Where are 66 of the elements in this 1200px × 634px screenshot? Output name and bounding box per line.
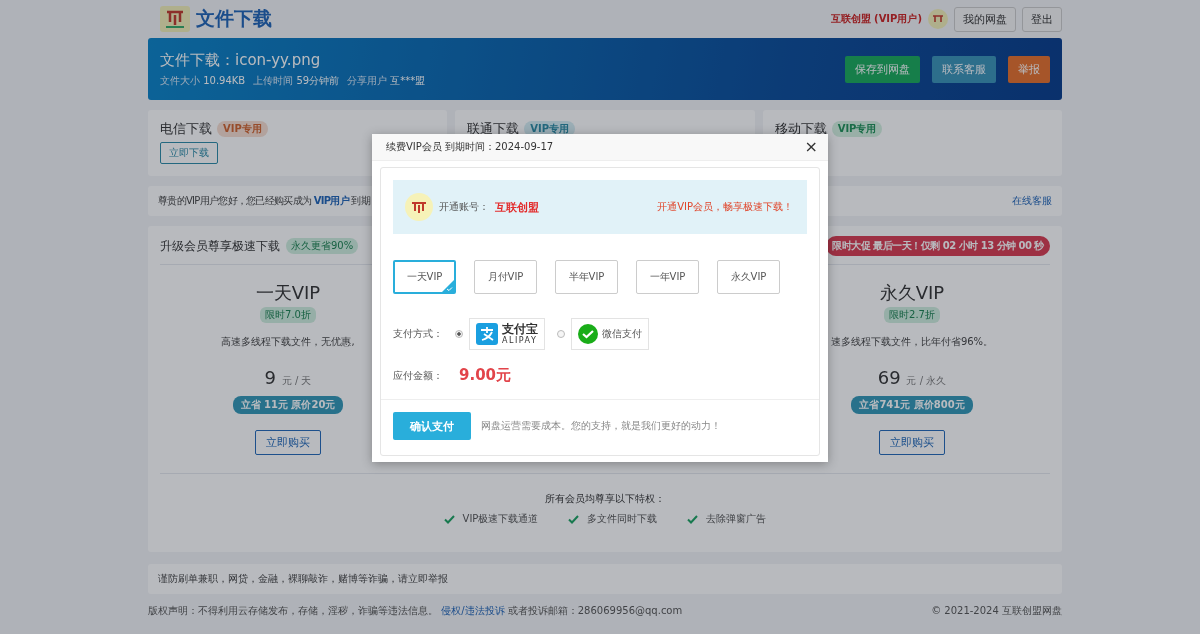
discount-tag: 限时7.0折: [260, 307, 316, 323]
perk-label: VIP极速下载通道: [462, 512, 539, 526]
file-meta: 上传时间 59分钟前: [253, 73, 340, 88]
vip-tag: VIP专用: [831, 121, 883, 137]
avatar-icon: [928, 9, 948, 29]
header-button[interactable]: 我的网盘: [954, 6, 1016, 32]
account-name: 互联创盟: [495, 199, 539, 215]
buy-button[interactable]: 立即购买: [255, 430, 321, 455]
account-label: 开通账号：: [439, 200, 489, 214]
copyright-notice: 版权声明：不得利用云存储发布，存储，淫秽，诈骗等违法信息。 侵权/违法投诉 或者投诉邮箱：286069956@qq.com: [148, 604, 683, 618]
plan-option[interactable]: 半年VIP: [555, 260, 618, 294]
plan-name: 一天VIP: [255, 281, 321, 305]
file-meta: 文件大小 10.94KB: [160, 73, 246, 88]
saving-tag: 永久更省90%: [286, 238, 359, 254]
plan-description: 速多线程下载文件，比年付省96%。: [830, 335, 994, 349]
vip-link[interactable]: VIP用户: [313, 195, 349, 206]
plan-name: 永久VIP: [879, 281, 945, 305]
perks-title: 所有会员均尊享以下特权：: [545, 492, 665, 506]
slogan: 开通VIP会员，畅享极速下载！: [657, 200, 793, 214]
username: 互联创盟 (VIP用户): [830, 12, 922, 26]
vip-tag: VIP专用: [217, 121, 268, 137]
warning-text: 谨防刷单兼职，网贷，金融，裸聊敲诈，赌博等诈骗，请立即举报: [158, 572, 448, 586]
copyright: © 2021-2024 互联创盟网盘: [931, 604, 1062, 618]
check-corner-icon: [442, 280, 454, 292]
saving-tag: 立省741元 原价800元: [851, 396, 973, 414]
payment-label: 支付方式：: [393, 327, 443, 341]
complaint-link[interactable]: 侵权/违法投诉: [441, 605, 505, 616]
download-title: 联通下载: [467, 120, 520, 138]
promo-tag: 限时大促 最后一天！仅剩 02 小时 13 分钟 00 秒: [826, 236, 1050, 256]
download-title: 移动下载: [774, 120, 827, 138]
download-title: 电信下载: [160, 120, 212, 138]
support-note: 网盘运营需要成本。您的支持，就是我们更好的动力！: [481, 419, 721, 433]
radio-button[interactable]: [455, 330, 463, 338]
avatar-icon: [405, 193, 433, 221]
check-icon: [687, 514, 699, 524]
perk-label: 去除弹窗广告: [706, 512, 767, 526]
amount-label: 应付金额：: [393, 368, 443, 383]
plan-option[interactable]: 一天VIP: [393, 260, 456, 294]
file-meta: 分享用户 互***盟: [347, 73, 426, 88]
header-button[interactable]: 登出: [1022, 6, 1062, 32]
pricing-title: 升级会员尊享极速下载: [160, 237, 280, 255]
plan-option[interactable]: 一年VIP: [636, 260, 699, 294]
plan-description: 高速多线程下载文件，无优惠,: [221, 335, 355, 349]
payment-option[interactable]: 微信支付: [571, 318, 649, 350]
radio-button[interactable]: [557, 330, 565, 338]
check-icon: [443, 514, 455, 524]
plan-option[interactable]: 月付VIP: [474, 260, 537, 294]
amount-value: 9.00元: [459, 366, 511, 385]
payment-option[interactable]: 支付宝 ALIPAY: [469, 318, 545, 350]
saving-tag: 立省 11元 原价20元: [232, 396, 344, 414]
plan-price: 69 元 / 永久: [877, 367, 947, 388]
perk-label: 多文件同时下载: [587, 512, 658, 526]
wechat-icon: [578, 324, 598, 344]
file-title: 文件下载：icon-yy.png: [160, 50, 322, 70]
notice-text: 尊贵的VIP用户您好，您已经购买成为 VIP用户 到期: [158, 194, 371, 208]
service-link[interactable]: 在线客服: [1012, 194, 1052, 208]
discount-tag: 限时2.7折: [884, 307, 940, 323]
check-icon: [568, 514, 580, 524]
plan-price: 9 元 / 天: [264, 367, 312, 388]
buy-button[interactable]: 立即购买: [879, 430, 945, 455]
plan-option[interactable]: 永久VIP: [717, 260, 780, 294]
logo-icon: [160, 6, 190, 32]
close-button[interactable]: ×: [804, 139, 818, 155]
alipay-icon: [476, 323, 498, 345]
page-title: 文件下载: [196, 6, 272, 31]
dialog-title: 续费VIP会员 到期时间：2024-09-17: [386, 140, 554, 154]
